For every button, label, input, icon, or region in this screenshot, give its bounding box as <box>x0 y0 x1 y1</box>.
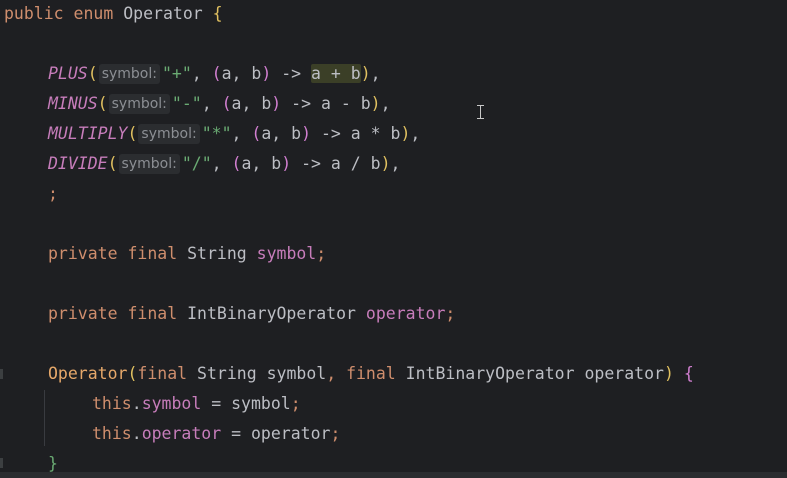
lambda-arrow: -> <box>311 124 351 143</box>
field-name: symbol <box>256 244 317 263</box>
type-name: IntBinaryOperator <box>187 304 356 323</box>
keyword-private: private <box>48 304 118 323</box>
code-line-field-symbol[interactable]: private final String symbol; <box>48 242 326 266</box>
lambda-param-b: b <box>271 154 282 173</box>
field-ref: symbol <box>141 394 202 413</box>
horizontal-scrollbar[interactable] <box>0 472 787 478</box>
parameter-hint: symbol: <box>98 64 160 84</box>
type-name: String <box>187 244 247 263</box>
enum-constant-minus: MINUS <box>48 94 98 113</box>
enum-constant-multiply: MULTIPLY <box>48 124 128 143</box>
text-cursor-icon <box>476 105 485 119</box>
keyword-public: public <box>4 4 64 23</box>
fold-marker[interactable] <box>0 458 3 468</box>
fold-marker[interactable] <box>0 369 3 379</box>
code-line-constructor[interactable]: Operator(final String symbol, final IntB… <box>48 362 694 386</box>
param-operator: operator <box>584 364 664 383</box>
keyword-final: final <box>127 244 178 263</box>
parameter-hint: symbol: <box>138 124 200 144</box>
string-literal: "*" <box>201 124 232 143</box>
code-line-enum-declaration[interactable]: public enum Operator { <box>4 2 223 26</box>
keyword-enum: enum <box>73 4 114 23</box>
enum-constant-plus: PLUS <box>48 64 88 83</box>
lambda-param-b: b <box>291 124 302 143</box>
enum-constant-divide: DIVIDE <box>48 154 108 173</box>
lambda-expression: a - b <box>320 94 371 113</box>
keyword-final: final <box>346 364 396 383</box>
code-line-assign-operator[interactable]: this.operator = operator; <box>92 422 340 446</box>
indent-guide <box>44 390 45 446</box>
keyword-this: this <box>92 394 132 413</box>
code-line-minus[interactable]: MINUS(symbol: "-", (a, b) -> a - b), <box>48 92 391 116</box>
lambda-arrow: -> <box>281 94 321 113</box>
keyword-final: final <box>127 304 178 323</box>
code-line-multiply[interactable]: MULTIPLY(symbol: "*", (a, b) -> a * b), <box>48 122 420 146</box>
enum-name: Operator <box>123 4 203 23</box>
type-name: IntBinaryOperator <box>405 364 575 383</box>
code-editor[interactable]: public enum Operator { PLUS(symbol: "+", … <box>0 0 787 478</box>
lambda-arrow: -> <box>291 154 331 173</box>
string-literal: "/" <box>181 154 212 173</box>
lambda-expression: a / b <box>330 154 381 173</box>
field-ref: operator <box>141 424 222 443</box>
keyword-final: final <box>137 364 188 383</box>
parameter-hint: symbol: <box>108 94 170 114</box>
code-line-assign-symbol[interactable]: this.symbol = symbol; <box>92 392 301 416</box>
code-line-field-operator[interactable]: private final IntBinaryOperator operator… <box>48 302 455 326</box>
type-name: String <box>197 364 257 383</box>
keyword-private: private <box>48 244 118 263</box>
code-line-plus[interactable]: PLUS(symbol: "+", (a, b) -> a + b), <box>48 62 381 86</box>
param-ref: symbol <box>231 394 291 413</box>
constructor-name: Operator <box>48 364 128 383</box>
lambda-param-a: a <box>231 94 242 113</box>
lambda-param-b: b <box>251 64 262 83</box>
lambda-param-b: b <box>261 94 272 113</box>
lambda-param-a: a <box>221 64 232 83</box>
lambda-expression: a * b <box>350 124 401 143</box>
lambda-arrow: -> <box>271 64 312 83</box>
field-name: operator <box>365 304 446 323</box>
open-brace: { <box>212 4 223 23</box>
lambda-param-a: a <box>241 154 252 173</box>
highlighted-expression: a + b <box>311 64 361 83</box>
code-line-semicolon[interactable]: ; <box>48 182 58 206</box>
param-symbol: symbol <box>266 364 327 383</box>
param-ref: operator <box>250 424 331 443</box>
parameter-hint: symbol: <box>118 154 180 174</box>
string-literal: "-" <box>171 94 202 113</box>
code-line-divide[interactable]: DIVIDE(symbol: "/", (a, b) -> a / b), <box>48 152 400 176</box>
string-literal: "+" <box>161 64 192 83</box>
lambda-param-a: a <box>261 124 272 143</box>
keyword-this: this <box>92 424 132 443</box>
